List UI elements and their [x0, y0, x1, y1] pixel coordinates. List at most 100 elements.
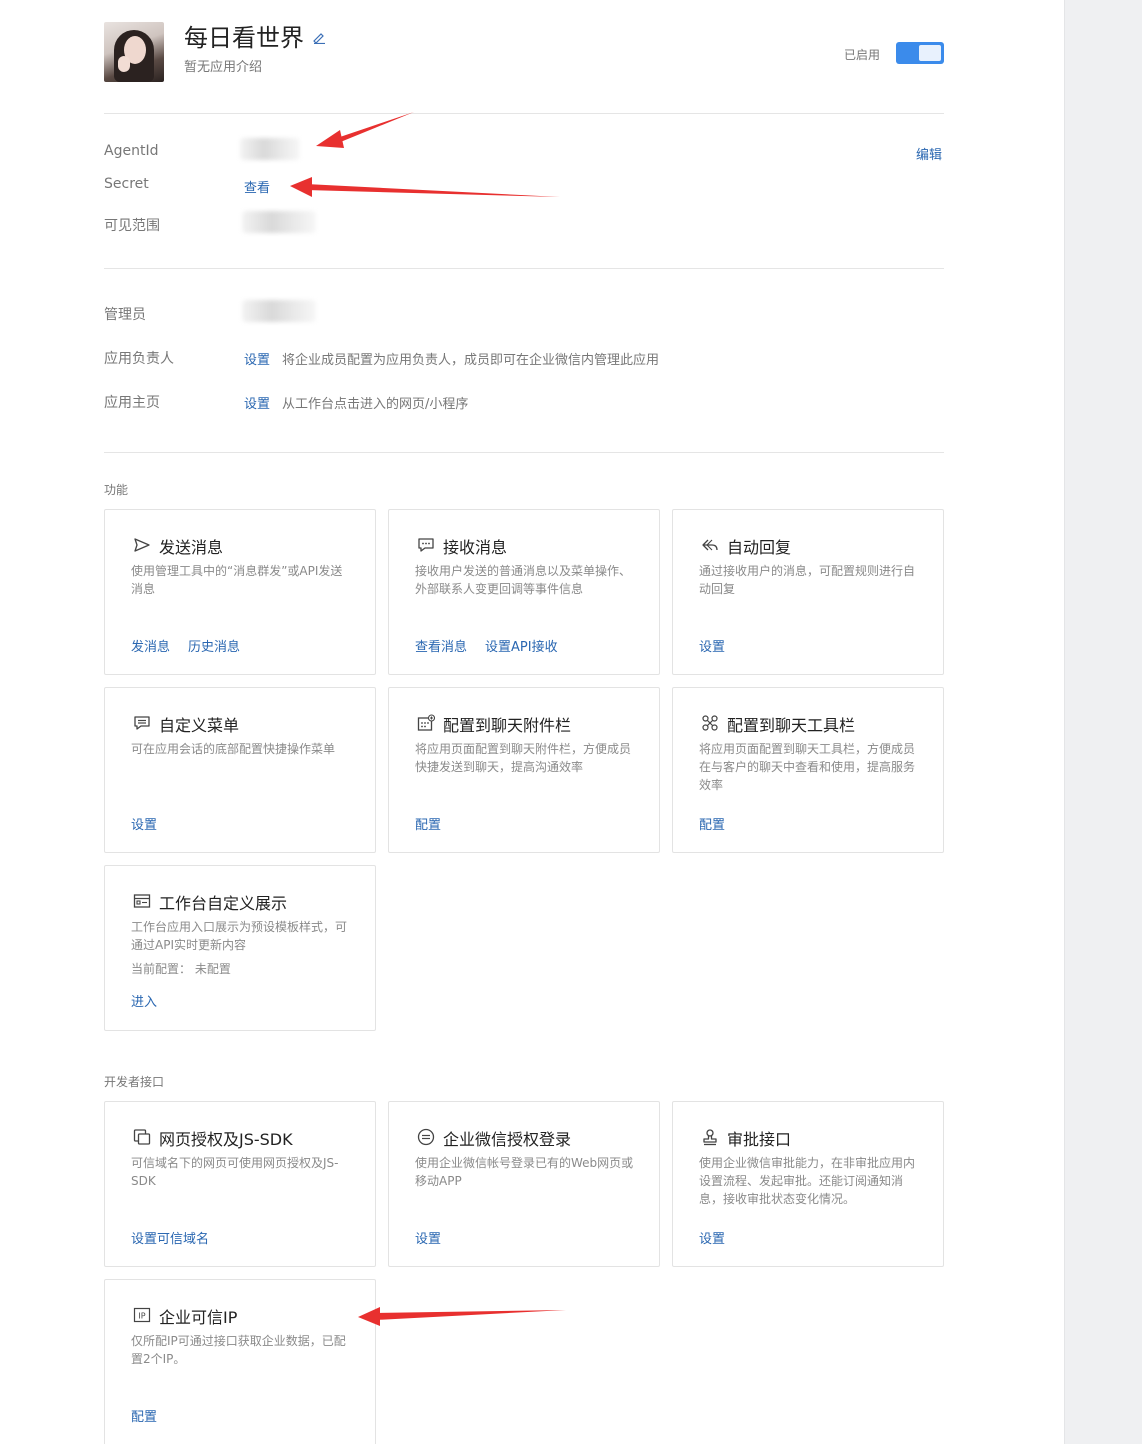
svg-text:IP: IP — [138, 1312, 145, 1321]
toolbar-config-link[interactable]: 配置 — [699, 818, 725, 833]
card-title: 接收消息 — [443, 538, 508, 557]
wecom-login-set-link[interactable]: 设置 — [415, 1232, 441, 1247]
view-messages-link[interactable]: 查看消息 — [415, 640, 467, 655]
card-desc: 通过接收用户的消息，可配置规则进行自动回复 — [699, 564, 916, 596]
homepage-hint: 从工作台点击进入的网页/小程序 — [282, 397, 469, 412]
card-title: 审批接口 — [727, 1130, 792, 1149]
divider — [104, 268, 944, 269]
card-links: 设置 — [415, 1228, 459, 1247]
ip-icon: IP — [133, 1307, 151, 1323]
edit-info-link[interactable]: 编辑 — [916, 144, 942, 163]
admin-label: 管理员 — [104, 307, 146, 323]
card-desc: 将应用页面配置到聊天附件栏，方便成员快捷发送到聊天，提高沟通效率 — [415, 742, 632, 774]
current-config-status: 当前配置： 未配置 — [131, 962, 231, 976]
visible-range-label: 可见范围 — [104, 218, 160, 234]
card-desc: 工作台应用入口展示为预设模板样式，可通过API实时更新内容 — [131, 920, 348, 952]
app-header: 每日看世界 暂无应用介绍 已启用 — [104, 22, 944, 84]
reply-icon — [702, 539, 718, 551]
admin-redacted — [242, 300, 316, 322]
card-links: 进入 — [131, 991, 175, 1010]
visible-range-redacted — [242, 211, 316, 233]
agentid-value-redacted — [240, 138, 300, 160]
trusted-ip-config-link[interactable]: 配置 — [131, 1410, 157, 1425]
send-message-link[interactable]: 发消息 — [131, 640, 170, 655]
agentid-label: AgentId — [104, 143, 159, 159]
developer-section-title: 开发者接口 — [104, 1075, 165, 1089]
secret-view-link[interactable]: 查看 — [244, 177, 270, 196]
card-title: 发送消息 — [159, 538, 224, 557]
card-links: 配置 — [699, 814, 743, 833]
card-desc: 将应用页面配置到聊天工具栏，方便成员在与客户的聊天中查看和使用，提高服务效率 — [699, 742, 916, 792]
chat-bubble-icon — [418, 538, 434, 552]
card-desc: 使用管理工具中的“消息群发”或API发送消息 — [131, 564, 343, 596]
card-title: 网页授权及JS-SDK — [159, 1130, 293, 1149]
homepage-set-link[interactable]: 设置 — [244, 393, 270, 412]
dev-card-web-auth: 网页授权及JS-SDK 可信域名下的网页可使用网页授权及JS-SDK 设置可信域… — [104, 1101, 376, 1267]
card-title: 配置到聊天附件栏 — [443, 716, 572, 735]
card-desc: 接收用户发送的普通消息以及菜单操作、外部联系人变更回调等事件信息 — [415, 564, 632, 596]
divider — [104, 113, 944, 114]
secret-label: Secret — [104, 176, 149, 192]
status-label: 已启用 — [844, 48, 881, 62]
attachment-config-link[interactable]: 配置 — [415, 818, 441, 833]
set-trusted-domain-link[interactable]: 设置可信域名 — [131, 1232, 209, 1247]
card-links: 设置 — [699, 1228, 743, 1247]
set-api-receive-link[interactable]: 设置API接收 — [485, 640, 558, 655]
card-links: 查看消息 设置API接收 — [415, 636, 576, 655]
toolbar-icon — [702, 715, 718, 731]
card-desc: 使用企业微信帐号登录已有的Web网页或移动APP — [415, 1156, 634, 1188]
card-links: 配置 — [415, 814, 459, 833]
divider — [104, 452, 944, 453]
edit-pencil-icon[interactable] — [312, 30, 326, 44]
features-section-title: 功能 — [104, 483, 129, 497]
annotation-arrow-agentid — [316, 112, 414, 148]
web-auth-icon — [133, 1129, 151, 1145]
approval-icon — [703, 1129, 717, 1146]
feature-card-receive-message: 接收消息 接收用户发送的普通消息以及菜单操作、外部联系人变更回调等事件信息 查看… — [388, 509, 660, 675]
card-desc: 使用企业微信审批能力，在非审批应用内设置流程、发起审批。还能订阅通知消息，接收审… — [699, 1156, 916, 1206]
annotation-arrow-secret — [290, 177, 560, 197]
dev-card-approval: 审批接口 使用企业微信审批能力，在非审批应用内设置流程、发起审批。还能订阅通知消… — [672, 1101, 944, 1267]
app-description: 暂无应用介绍 — [184, 60, 263, 75]
app-avatar — [104, 22, 164, 82]
feature-card-auto-reply: 自动回复 通过接收用户的消息，可配置规则进行自动回复 设置 — [672, 509, 944, 675]
feature-card-workbench-display: 工作台自定义展示 工作台应用入口展示为预设模板样式，可通过API实时更新内容 当… — [104, 865, 376, 1031]
feature-card-send-message: 发送消息 使用管理工具中的“消息群发”或API发送消息 发消息 历史消息 — [104, 509, 376, 675]
workbench-enter-link[interactable]: 进入 — [131, 995, 157, 1010]
approval-set-link[interactable]: 设置 — [699, 1232, 725, 1247]
history-message-link[interactable]: 历史消息 — [188, 640, 240, 655]
menu-icon — [134, 716, 150, 730]
dev-card-trusted-ip: IP 企业可信IP 仅所配IP可通过接口获取企业数据，已配置2个IP。 配置 — [104, 1279, 376, 1444]
enable-toggle[interactable] — [896, 42, 944, 64]
custom-menu-set-link[interactable]: 设置 — [131, 818, 157, 833]
card-desc: 可在应用会话的底部配置快捷操作菜单 — [131, 742, 336, 756]
app-title: 每日看世界 — [184, 24, 304, 52]
homepage-label: 应用主页 — [104, 395, 160, 411]
auto-reply-set-link[interactable]: 设置 — [699, 640, 725, 655]
owner-label: 应用负责人 — [104, 351, 174, 367]
card-desc: 可信域名下的网页可使用网页授权及JS-SDK — [131, 1156, 339, 1188]
card-title: 企业可信IP — [159, 1308, 238, 1327]
card-links: 设置 — [131, 814, 175, 833]
card-desc: 仅所配IP可通过接口获取企业数据，已配置2个IP。 — [131, 1334, 346, 1366]
card-title: 工作台自定义展示 — [159, 894, 288, 913]
right-gutter — [1064, 0, 1142, 1444]
card-links: 设置可信域名 — [131, 1228, 227, 1247]
feature-card-custom-menu: 自定义菜单 可在应用会话的底部配置快捷操作菜单 设置 — [104, 687, 376, 853]
card-links: 发消息 历史消息 — [131, 636, 258, 655]
card-links: 设置 — [699, 636, 743, 655]
card-title: 配置到聊天工具栏 — [727, 716, 856, 735]
owner-set-link[interactable]: 设置 — [244, 349, 270, 368]
login-icon — [417, 1128, 435, 1146]
dev-card-wecom-login: 企业微信授权登录 使用企业微信帐号登录已有的Web网页或移动APP 设置 — [388, 1101, 660, 1267]
send-icon — [134, 538, 150, 552]
annotation-arrow-trusted-ip — [358, 1307, 566, 1326]
card-title: 企业微信授权登录 — [443, 1130, 572, 1149]
card-title: 自动回复 — [727, 538, 792, 557]
card-title: 自定义菜单 — [159, 716, 240, 735]
feature-card-chat-attachment: 配置到聊天附件栏 将应用页面配置到聊天附件栏，方便成员快捷发送到聊天，提高沟通效… — [388, 687, 660, 853]
attachment-bar-icon — [417, 714, 435, 731]
feature-card-chat-toolbar: 配置到聊天工具栏 将应用页面配置到聊天工具栏，方便成员在与客户的聊天中查看和使用… — [672, 687, 944, 853]
card-links: 配置 — [131, 1406, 175, 1425]
workbench-icon — [133, 894, 151, 908]
